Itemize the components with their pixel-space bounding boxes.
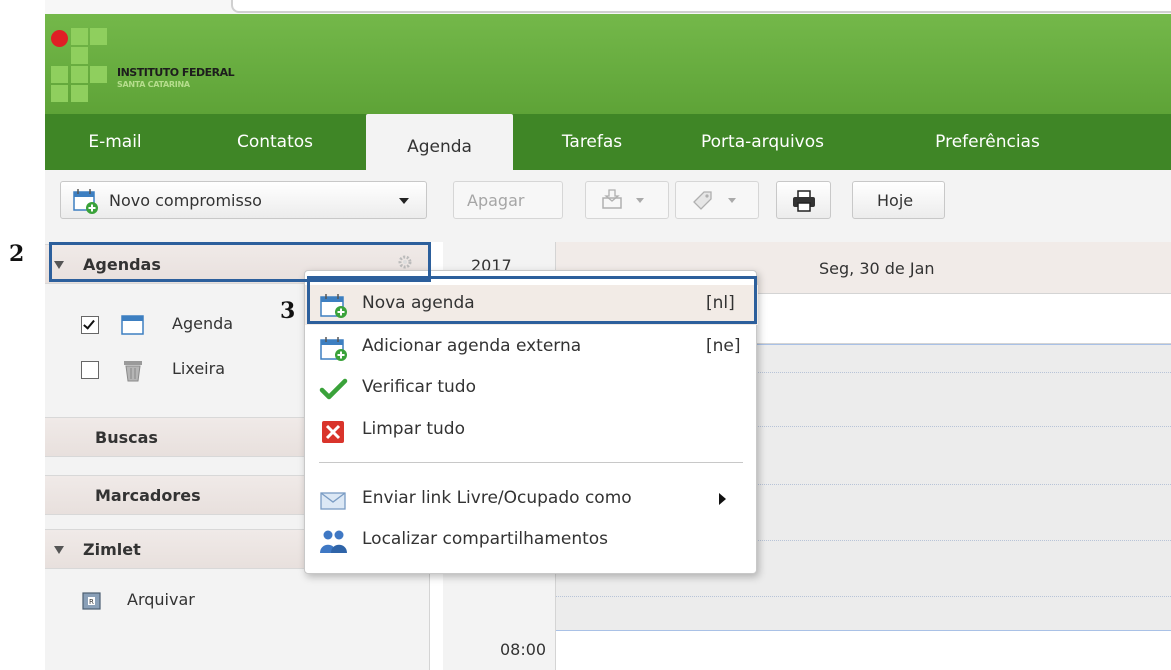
ifsc-logo: INSTITUTO FEDERAL SANTA CATARINA bbox=[45, 14, 285, 114]
logo-square bbox=[71, 66, 88, 83]
tab-email[interactable]: E-mail bbox=[45, 128, 185, 170]
tab-calendar[interactable]: Agenda bbox=[366, 114, 513, 170]
logo-square bbox=[51, 66, 68, 83]
toolbar: Novo compromisso Apagar Hoje bbox=[45, 170, 1171, 242]
menu-separator bbox=[319, 462, 743, 463]
calendar-item-label: Lixeira bbox=[172, 359, 226, 378]
menu-shortcut: [ne] bbox=[706, 336, 741, 356]
step-2-number: 2 bbox=[9, 241, 25, 267]
delete-label: Apagar bbox=[467, 191, 525, 210]
zimlet-item-label: Arquivar bbox=[127, 590, 195, 609]
checkmark-icon bbox=[83, 317, 95, 330]
address-bar-edge bbox=[231, 0, 1171, 13]
menu-item-clear-all[interactable]: Limpar tudo bbox=[305, 411, 758, 451]
logo-square bbox=[90, 28, 107, 45]
new-appointment-label: Novo compromisso bbox=[109, 191, 262, 210]
logo-square bbox=[71, 47, 88, 64]
tab-preferences[interactable]: Preferências bbox=[905, 128, 1070, 170]
print-button[interactable] bbox=[776, 181, 831, 219]
app-header: INSTITUTO FEDERAL SANTA CATARINA bbox=[45, 14, 1171, 114]
chevron-down-icon[interactable] bbox=[399, 198, 409, 204]
agenda-checkbox[interactable] bbox=[81, 316, 99, 334]
logo-title: INSTITUTO FEDERAL bbox=[117, 66, 235, 79]
hour-line bbox=[556, 630, 1171, 631]
logo-square bbox=[71, 85, 88, 102]
checkmark-icon bbox=[319, 378, 348, 400]
menu-item-label: Limpar tudo bbox=[362, 419, 465, 439]
add-external-calendar-icon bbox=[320, 337, 347, 361]
menu-item-find-shares[interactable]: Localizar compartilhamentos bbox=[305, 521, 758, 561]
step-3-highlight-box bbox=[307, 276, 757, 324]
calendar-item-trash[interactable]: Lixeira bbox=[81, 359, 311, 385]
trash-checkbox[interactable] bbox=[81, 361, 99, 379]
new-appointment-icon bbox=[73, 189, 98, 214]
zimlet-header-label: Zimlet bbox=[83, 540, 141, 559]
zimbra-calendar-page: INSTITUTO FEDERAL SANTA CATARINA E-mail … bbox=[0, 0, 1171, 670]
clear-x-icon bbox=[322, 421, 344, 443]
tags-label: Marcadores bbox=[95, 486, 201, 505]
printer-icon bbox=[793, 190, 815, 212]
logo-subtitle: SANTA CATARINA bbox=[117, 80, 190, 89]
submenu-arrow-icon bbox=[719, 493, 726, 505]
svg-text:R: R bbox=[89, 598, 94, 606]
searches-label: Buscas bbox=[95, 428, 158, 447]
working-hours-area[interactable] bbox=[556, 630, 1171, 670]
chevron-down-icon bbox=[728, 198, 736, 203]
chevron-down-icon bbox=[636, 198, 644, 203]
logo-square bbox=[90, 66, 107, 83]
menu-item-send-free-busy-link[interactable]: Enviar link Livre/Ocupado como bbox=[305, 480, 758, 520]
day-header-label: Seg, 30 de Jan bbox=[819, 259, 935, 278]
menu-item-add-external-calendar[interactable]: Adicionar agenda externa [ne] bbox=[305, 328, 758, 368]
delete-button[interactable]: Apagar bbox=[453, 181, 563, 219]
calendar-icon bbox=[121, 315, 144, 335]
time-label: 08:00 bbox=[500, 640, 547, 659]
menu-item-label: Verificar tudo bbox=[362, 377, 476, 397]
calendar-item-label: Agenda bbox=[172, 314, 234, 333]
tag-button[interactable] bbox=[675, 181, 759, 219]
logo-square bbox=[51, 85, 68, 102]
new-appointment-button[interactable]: Novo compromisso bbox=[60, 181, 427, 219]
today-button[interactable]: Hoje bbox=[852, 181, 945, 219]
logo-red-dot bbox=[51, 30, 68, 47]
menu-item-check-all[interactable]: Verificar tudo bbox=[305, 369, 758, 409]
main-tabs: E-mail Contatos Agenda Tarefas Porta-arq… bbox=[45, 114, 1171, 170]
find-shares-icon bbox=[320, 530, 347, 553]
logo-square bbox=[71, 28, 88, 45]
move-button[interactable] bbox=[585, 181, 669, 219]
tab-tasks[interactable]: Tarefas bbox=[532, 128, 652, 170]
move-icon bbox=[602, 189, 622, 209]
trash-icon bbox=[124, 361, 142, 382]
calendar-item-agenda[interactable]: Agenda bbox=[81, 314, 311, 340]
today-label: Hoje bbox=[877, 191, 914, 210]
browser-top-strip bbox=[45, 0, 1171, 14]
step-3-number: 3 bbox=[280, 298, 296, 324]
zimlet-item-archive[interactable]: R Arquivar bbox=[81, 590, 281, 616]
tab-briefcase[interactable]: Porta-arquivos bbox=[675, 128, 850, 170]
tab-contacts[interactable]: Contatos bbox=[205, 128, 345, 170]
menu-item-label: Localizar compartilhamentos bbox=[362, 529, 609, 549]
tag-icon bbox=[693, 191, 712, 210]
envelope-icon bbox=[320, 492, 346, 510]
menu-item-label: Enviar link Livre/Ocupado como bbox=[362, 488, 632, 508]
menu-item-label: Adicionar agenda externa bbox=[362, 336, 582, 356]
archive-icon: R bbox=[82, 592, 101, 610]
expand-triangle-icon[interactable] bbox=[54, 546, 64, 554]
half-hour-line bbox=[556, 596, 1171, 597]
